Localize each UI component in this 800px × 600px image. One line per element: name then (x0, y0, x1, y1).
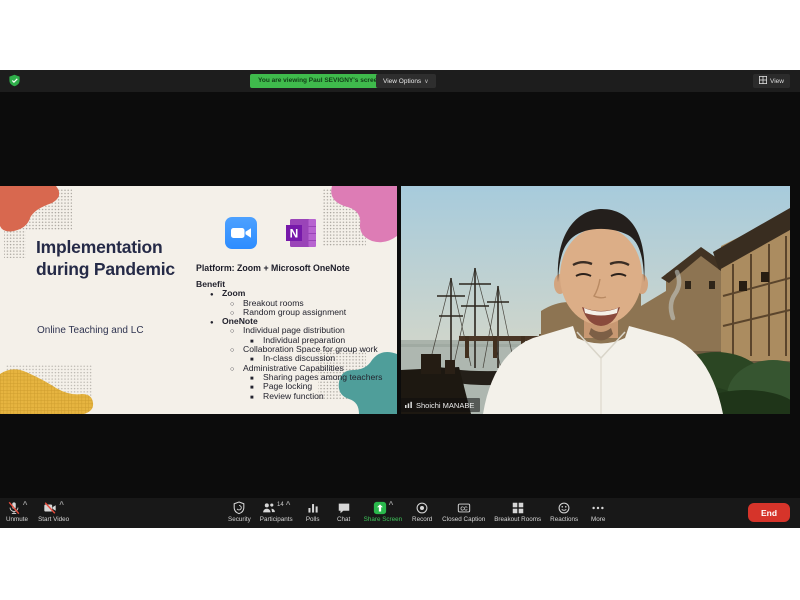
record-icon (415, 501, 429, 515)
toolbar-item-label: Unmute (6, 516, 28, 523)
reactions-icon (557, 501, 571, 515)
toolbar-item-label: Participants (260, 516, 293, 523)
zoom-meeting-window: You are viewing Paul SEVIGNY's screen Vi… (0, 70, 800, 528)
toolbar-breakout-rooms-button[interactable]: Breakout Rooms (494, 501, 541, 523)
toolbar-record-button[interactable]: Record (411, 501, 433, 523)
closed-caption-icon: CC (457, 501, 471, 515)
meeting-topbar: You are viewing Paul SEVIGNY's screen Vi… (0, 70, 800, 92)
toolbar-item-label: Record (412, 516, 432, 523)
toolbar-unmute-button[interactable]: ^ Unmute (6, 501, 28, 523)
benefit-heading: Benefit (0, 280, 397, 289)
toolbar-closed-caption-button[interactable]: CC Closed Caption (442, 501, 485, 523)
bullet-text: Random group assignment (243, 307, 346, 317)
virtual-background-scene (401, 186, 790, 414)
polls-icon (306, 501, 320, 515)
bullet-text: Zoom (222, 288, 245, 298)
toolbar-item-label: Share Screen (364, 516, 403, 523)
encryption-shield-icon (8, 74, 21, 87)
toolbar-chat-button[interactable]: Chat (333, 501, 355, 523)
view-options-label: View Options (383, 78, 421, 85)
mic-muted-icon (7, 501, 21, 515)
toolbar-item-label: More (591, 516, 605, 523)
bullet-marker: ● (210, 291, 222, 300)
participants-icon (262, 501, 276, 515)
audio-level-icon (405, 400, 413, 410)
view-button[interactable]: View (753, 74, 790, 88)
bullet-marker: ○ (230, 365, 243, 374)
toolbar-item-label: Security (228, 516, 251, 523)
toolbar-polls-button[interactable]: Polls (302, 501, 324, 523)
platform-line: Platform: Zoom + Microsoft OneNote (196, 263, 350, 273)
benefit-list: Benefit ●Zoom○Breakout rooms○Random grou… (0, 280, 397, 401)
participant-nametag: Shoichi MANABE (401, 398, 480, 412)
toolbar-reactions-button[interactable]: Reactions (550, 501, 578, 523)
chevron-up-icon[interactable]: ^ (59, 501, 64, 508)
toolbar-start-video-button[interactable]: ^ Start Video (38, 501, 69, 523)
svg-text:N: N (290, 227, 299, 241)
bullet-item: ■Page locking (0, 382, 397, 391)
bullet-item: ○Random group assignment (0, 308, 397, 317)
toolbar-item-label: Closed Caption (442, 516, 485, 523)
toolbar-item-label: Chat (337, 516, 350, 523)
screen-share-banner: You are viewing Paul SEVIGNY's screen (250, 74, 389, 88)
chevron-up-icon[interactable]: ^ (286, 501, 291, 508)
toolbar-security-button[interactable]: Security (228, 501, 251, 523)
more-icon (591, 501, 605, 515)
toolbar-item-label: Polls (306, 516, 320, 523)
bullet-marker: ○ (230, 346, 243, 355)
grid-view-icon (759, 76, 767, 86)
chat-icon (337, 501, 351, 515)
chevron-up-icon[interactable]: ^ (23, 501, 28, 508)
view-options-button[interactable]: View Options ∨ (376, 74, 436, 88)
onenote-app-icon: N (285, 217, 317, 249)
bullet-text: Review function (263, 391, 324, 401)
security-shield-icon (232, 501, 246, 515)
toolbar-item-label: Breakout Rooms (494, 516, 541, 523)
slide-title: Implementation during Pandemic (36, 236, 201, 281)
toolbar-item-label: Start Video (38, 516, 69, 523)
share-screen-icon (373, 501, 387, 515)
bullet-marker: ● (210, 319, 222, 328)
chevron-up-icon[interactable]: ^ (389, 501, 394, 508)
toolbar-more-button[interactable]: More (587, 501, 609, 523)
video-muted-icon (43, 501, 57, 515)
view-button-label: View (770, 78, 784, 85)
toolbar-participants-button[interactable]: 14^ Participants (260, 501, 293, 523)
bullet-marker: ○ (230, 327, 243, 336)
participant-video-tile[interactable]: Shoichi MANABE (401, 186, 790, 414)
bullet-item: ■Sharing pages among teachers (0, 373, 397, 382)
participant-name: Shoichi MANABE (416, 401, 474, 410)
breakout-rooms-icon (511, 501, 525, 515)
shared-screen-slide: Implementation during Pandemic Online Te… (0, 186, 397, 414)
bullet-item: ○Collaboration Space for group work (0, 345, 397, 354)
bullet-item: ●Zoom (0, 289, 397, 298)
participants-count-badge: 14 (277, 501, 284, 509)
end-meeting-button[interactable]: End (748, 503, 790, 522)
chevron-down-icon: ∨ (424, 78, 428, 85)
bullet-item: ■Review function (0, 392, 397, 401)
desktop: You are viewing Paul SEVIGNY's screen Vi… (0, 0, 800, 600)
svg-text:CC: CC (460, 506, 468, 512)
bullet-marker: ■ (250, 394, 263, 403)
meeting-toolbar: ^Unmute^Start Video Security14^Participa… (0, 498, 800, 528)
zoom-app-icon (225, 217, 257, 249)
toolbar-share-screen-button[interactable]: ^ Share Screen (364, 501, 403, 523)
toolbar-item-label: Reactions (550, 516, 578, 523)
